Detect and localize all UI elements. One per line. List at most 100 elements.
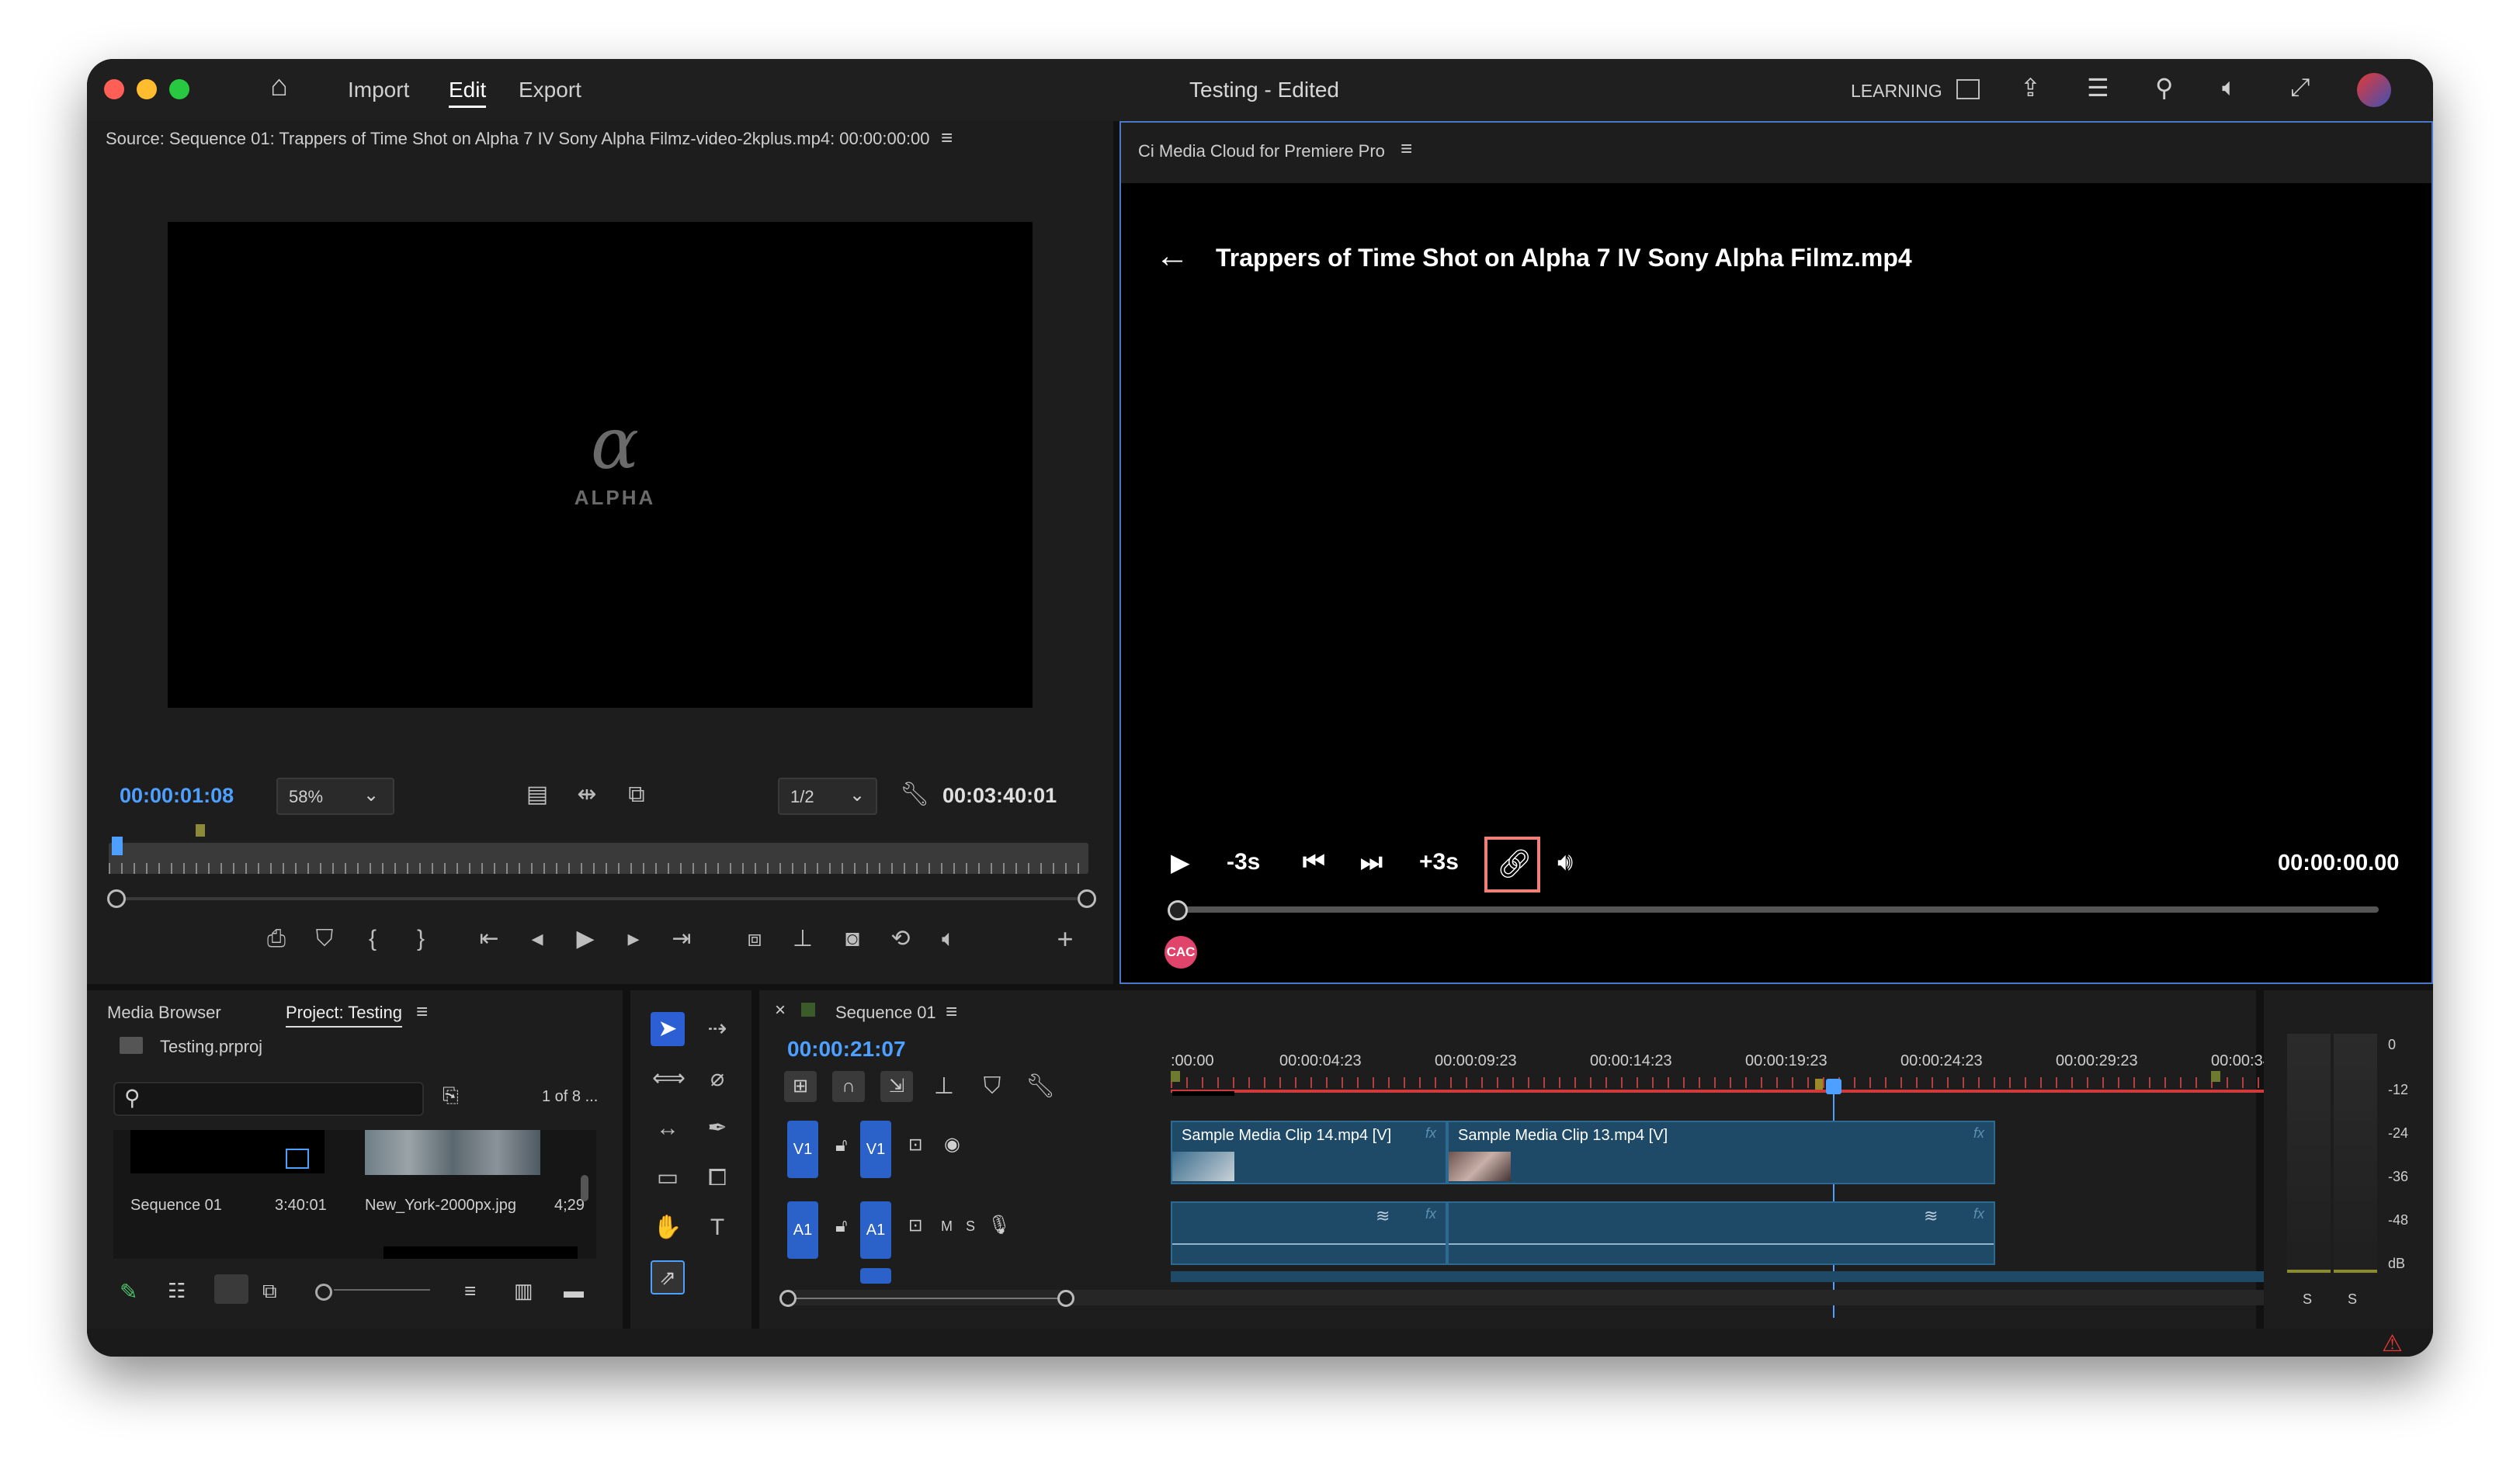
camera-icon[interactable]: ◙ [837, 924, 868, 955]
razor-icon[interactable]: ⌀ [702, 1063, 733, 1094]
crop-tool-icon[interactable]: ⧠ [702, 1163, 733, 1194]
track-a1-source-patch[interactable]: A1 [787, 1201, 818, 1259]
pen-tool-icon[interactable]: ✒ [702, 1113, 733, 1144]
fullscreen-icon[interactable]: ⤢ [2290, 73, 2310, 102]
play-icon[interactable]: ▶ [570, 924, 601, 955]
audio-clip[interactable]: ≋ fx [1447, 1201, 1995, 1265]
zoom-select[interactable]: 58% ⌄ [276, 778, 394, 815]
work-area-bar[interactable] [1171, 1090, 2304, 1093]
source-timecode[interactable]: 00:00:01:08 [120, 784, 234, 808]
mute-button[interactable]: M [941, 1218, 953, 1235]
type-tool-icon[interactable]: T [702, 1212, 733, 1243]
workspace-panel-icon[interactable] [1956, 79, 1980, 99]
insert-icon[interactable]: ▤ [522, 779, 553, 810]
microphone-icon[interactable]: 🎙︎ [988, 1214, 1011, 1236]
sync-lock-icon[interactable]: ⊡ [908, 1135, 922, 1155]
insert-clip-icon[interactable]: ⧈ [739, 924, 770, 955]
progress-list-icon[interactable]: ☰ [2087, 73, 2109, 102]
playhead-handle[interactable] [1826, 1079, 1841, 1094]
timeline-timecode[interactable]: 00:00:21:07 [787, 1037, 906, 1062]
source-time-ruler[interactable] [109, 843, 1088, 874]
project-search-input[interactable]: ⚲ [113, 1082, 424, 1116]
marker-icon[interactable] [1171, 1071, 1180, 1082]
share-icon[interactable]: ⇪ [2020, 73, 2041, 102]
track-a2-target-partial[interactable] [860, 1268, 891, 1284]
volume-icon[interactable]: 🔊︎ [1557, 847, 1573, 877]
sync-lock-icon[interactable]: ⊡ [908, 1215, 922, 1236]
rewind-3s-button[interactable]: -3s [1227, 849, 1260, 875]
wrench-icon[interactable]: 🔧︎ [899, 779, 930, 810]
timeline-scrollbar[interactable] [786, 1298, 1067, 1299]
profile-avatar[interactable] [2357, 73, 2391, 107]
marker-icon[interactable] [196, 824, 205, 837]
workspace-label[interactable]: LEARNING [1851, 81, 1942, 102]
panel-menu-icon[interactable]: ≡ [946, 1000, 957, 1024]
zoom-scrollbar[interactable] [109, 897, 1088, 900]
home-icon[interactable]: ⌂ [270, 70, 288, 103]
slip-tool-icon[interactable]: ↔ [652, 1113, 683, 1144]
panel-menu-icon[interactable]: ≡ [941, 126, 953, 150]
marker-icon[interactable] [2211, 1071, 2220, 1082]
audio-icon[interactable]: 🔈︎ [933, 924, 964, 955]
wrench-icon[interactable]: 🔧︎ [1025, 1071, 1056, 1102]
lock-icon[interactable]: 🔓︎ [835, 1215, 848, 1237]
previous-frame-icon[interactable]: ⏮︎ [1303, 847, 1325, 877]
image-thumbnail[interactable] [365, 1130, 540, 1175]
close-tab-icon[interactable]: × [775, 1000, 786, 1021]
tab-project[interactable]: Project: Testing [286, 1003, 403, 1028]
tab-media-browser[interactable]: Media Browser [107, 1003, 221, 1023]
new-folder-icon[interactable]: ▬ [564, 1279, 584, 1303]
audio-clip[interactable]: ≋ fx [1171, 1201, 1447, 1265]
nav-export[interactable]: Export [519, 78, 581, 102]
speaker-icon[interactable]: 🔈︎ [2222, 73, 2237, 102]
solo-left-button[interactable]: S [2303, 1291, 2312, 1308]
playhead-marker[interactable] [112, 837, 123, 855]
project-scrollbar[interactable] [581, 1175, 588, 1201]
zoom-slider[interactable] [334, 1289, 430, 1291]
user-avatar[interactable]: CAC [1165, 936, 1197, 969]
lock-icon[interactable]: 🔓︎ [835, 1135, 848, 1156]
nest-toggle-icon[interactable]: ⊞ [784, 1071, 817, 1102]
ci-scrubber-handle[interactable] [1168, 900, 1188, 920]
sort-icon[interactable]: ≡ [464, 1279, 476, 1303]
export-frame-search-icon[interactable]: ⎙ [261, 924, 292, 955]
warning-icon[interactable]: ⚠ [2382, 1330, 2403, 1357]
minimize-window-button[interactable] [137, 79, 157, 99]
linked-selection-icon[interactable]: ⇲ [880, 1071, 913, 1102]
ci-scrubber[interactable] [1175, 906, 2379, 913]
panel-menu-icon[interactable]: ≡ [416, 1000, 428, 1024]
export-tool-icon[interactable]: ⇗ [651, 1260, 685, 1295]
track-select-icon[interactable]: ⇢ [702, 1014, 733, 1045]
scroll-handle-right[interactable] [1078, 889, 1096, 908]
mark-in-icon[interactable]: { [357, 924, 388, 955]
new-bin-icon[interactable]: ⎘ [443, 1083, 459, 1108]
marker-icon[interactable] [1815, 1079, 1823, 1090]
step-back-icon[interactable]: ◂ [522, 924, 553, 955]
track-v1-source-patch[interactable]: V1 [787, 1121, 818, 1178]
rectangle-tool-icon[interactable]: ▭ [652, 1163, 683, 1194]
search-help-icon[interactable]: ⚲ [2155, 73, 2173, 102]
tab-sequence[interactable]: Sequence 01 [835, 1003, 936, 1023]
add-marker-icon[interactable]: ⛉ [977, 1071, 1008, 1102]
sequence-thumbnail[interactable] [130, 1130, 325, 1173]
scroll-handle-left[interactable] [107, 889, 126, 908]
go-to-in-icon[interactable]: ⇤ [474, 924, 505, 955]
multicam-icon[interactable]: ⧉ [621, 779, 652, 810]
link-button[interactable]: 🔗︎ [1484, 837, 1540, 892]
mark-out-icon[interactable]: } [405, 924, 436, 955]
track-v1-target[interactable]: V1 [860, 1121, 891, 1178]
hand-tool-icon[interactable]: ✋ [652, 1212, 683, 1243]
solo-button[interactable]: S [966, 1218, 975, 1235]
video-clip[interactable]: Sample Media Clip 13.mp4 [V] fx [1447, 1121, 1995, 1184]
maximize-window-button[interactable] [169, 79, 189, 99]
resolution-select[interactable]: 1/2 ⌄ [778, 778, 877, 815]
overwrite-icon[interactable]: ⇹ [571, 779, 602, 810]
icon-view-button[interactable] [214, 1274, 248, 1304]
freeform-view-icon[interactable]: ⧉ [262, 1279, 277, 1304]
scroll-handle-right[interactable] [1057, 1290, 1074, 1307]
step-forward-icon[interactable]: ▸ [618, 924, 649, 955]
close-window-button[interactable] [104, 79, 124, 99]
time-ruler[interactable]: :00:00 00:00:04:23 00:00:09:23 00:00:14:… [1171, 1035, 2293, 1074]
snap-icon[interactable]: ∩ [832, 1071, 865, 1102]
back-arrow-icon[interactable]: ← [1155, 239, 1189, 273]
